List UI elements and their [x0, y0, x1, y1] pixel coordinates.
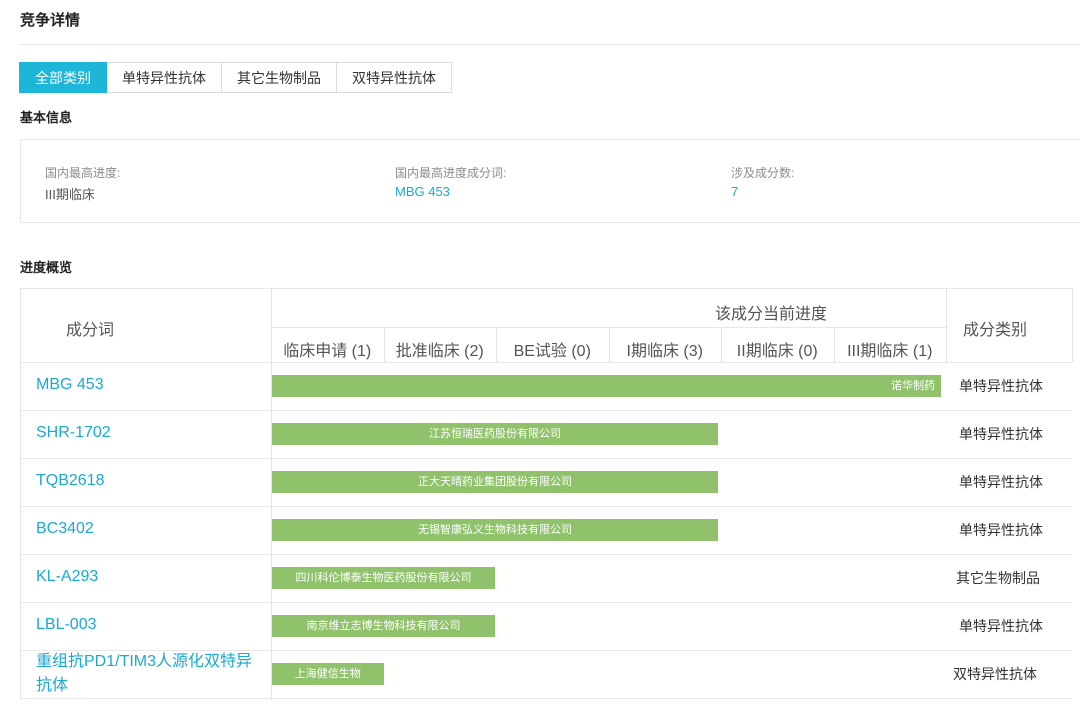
progress-bar[interactable]: 四川科伦博泰生物医药股份有限公司	[272, 567, 495, 589]
ingredient-column-header: 成分词	[66, 322, 115, 339]
stage-header: 临床申请 (1)	[283, 343, 372, 360]
row-divider	[20, 458, 1072, 459]
progress-overview-table: 成分词 该成分当前进度 成分类别 临床申请 (1) 批准临床 (2) BE试验 (0…	[20, 288, 1080, 721]
progress-bar[interactable]: 南京维立志博生物科技有限公司	[272, 615, 495, 637]
progress-column-header: 该成分当前进度	[715, 306, 828, 323]
row-divider	[20, 506, 1072, 507]
highest-ingredient-link[interactable]: MBG 453	[395, 184, 450, 199]
stage-header: 批准临床 (2)	[395, 343, 484, 360]
stage-header: I期临床 (3)	[626, 343, 703, 360]
stage-header: BE试验 (0)	[513, 343, 591, 360]
highest-stage-value: III期临床	[45, 187, 95, 202]
row-divider	[20, 602, 1072, 603]
tab-bispecific-antibody[interactable]: 双特异性抗体	[337, 62, 452, 93]
ingredient-link[interactable]: SHR-1702	[36, 421, 261, 445]
table-top-border	[20, 288, 1072, 289]
tab-all-categories[interactable]: 全部类别	[19, 62, 107, 93]
stage-header: III期临床 (1)	[847, 343, 933, 360]
highest-ingredient-label: 国内最高进度成分词:	[395, 166, 507, 180]
page-title: 竞争详情	[20, 12, 81, 29]
tab-other-biologics[interactable]: 其它生物制品	[222, 62, 337, 93]
category-column-header: 成分类别	[963, 322, 1028, 339]
stage-divider	[496, 328, 497, 362]
tab-monospecific-antibody[interactable]: 单特异性抗体	[107, 62, 222, 93]
progress-bar[interactable]: 诺华制药	[272, 375, 941, 397]
progress-bar[interactable]: 江苏恒瑞医药股份有限公司	[272, 423, 718, 445]
row-divider	[20, 410, 1072, 411]
highest-stage-label: 国内最高进度:	[45, 166, 121, 180]
category-cell: 单特异性抗体	[959, 522, 1043, 538]
progress-bar[interactable]: 无锡智康弘义生物科技有限公司	[272, 519, 718, 541]
progress-bar[interactable]: 正大天晴药业集团股份有限公司	[272, 471, 718, 493]
category-cell: 单特异性抗体	[959, 378, 1043, 394]
category-cell: 单特异性抗体	[959, 618, 1043, 634]
stage-divider	[608, 328, 610, 362]
category-cell: 双特异性抗体	[953, 666, 1037, 682]
row-divider	[20, 362, 1072, 363]
ingredient-count-value[interactable]: 7	[731, 184, 738, 199]
category-cell: 其它生物制品	[956, 570, 1040, 586]
progress-bar[interactable]: 上海健信生物	[272, 663, 384, 685]
ingredient-link[interactable]: TQB2618	[36, 469, 261, 493]
row-divider	[20, 554, 1072, 555]
basic-info-panel: 国内最高进度: III期临床 国内最高进度成分词: MBG 453 涉及成分数:…	[20, 139, 1080, 223]
ingredient-link[interactable]: MBG 453	[36, 373, 261, 397]
table-bottom-border	[20, 698, 1072, 699]
table-right-border	[1072, 288, 1073, 362]
category-column-divider	[946, 288, 947, 362]
ingredient-link[interactable]: 重组抗PD1/TIM3人源化双特异 抗体	[36, 650, 261, 698]
ingredient-link[interactable]: KL-A293	[36, 565, 261, 589]
title-divider	[20, 44, 1080, 45]
category-tabs: 全部类别 单特异性抗体 其它生物制品 双特异性抗体	[19, 62, 452, 93]
ingredient-link[interactable]: LBL-003	[36, 613, 261, 637]
stage-divider	[721, 328, 722, 362]
table-left-border	[20, 288, 21, 700]
stage-divider	[833, 328, 835, 362]
overview-title: 进度概览	[20, 260, 73, 275]
ingredient-link[interactable]: BC3402	[36, 517, 261, 541]
stage-divider	[383, 328, 385, 362]
stage-header: II期临床 (0)	[736, 343, 818, 360]
category-cell: 单特异性抗体	[959, 426, 1043, 442]
basic-info-title: 基本信息	[20, 110, 73, 125]
category-cell: 单特异性抗体	[959, 474, 1043, 490]
ingredient-count-label: 涉及成分数:	[731, 166, 795, 180]
